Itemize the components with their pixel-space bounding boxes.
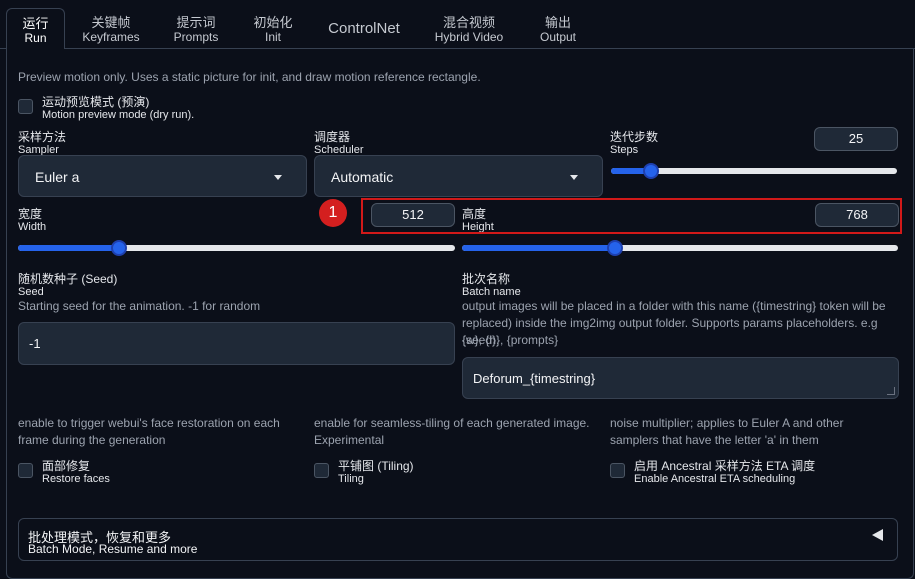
tab-prompts-label: 提示词	[176, 15, 216, 30]
tiling-checkbox[interactable]	[314, 463, 329, 478]
sampler-dropdown[interactable]: Euler a	[18, 155, 307, 197]
restore-faces-info-line2: frame during the generation	[18, 433, 166, 447]
slider-thumb[interactable]	[643, 163, 660, 179]
tab-init-label: 初始化	[253, 15, 293, 30]
ancestral-info-line2: samplers that have the letter 'a' in the…	[610, 433, 819, 447]
chevron-down-icon	[570, 175, 578, 180]
tab-keyframes-sublabel: Keyframes	[82, 30, 140, 44]
scheduler-dropdown[interactable]: Automatic	[314, 155, 603, 197]
seed-label-cn: 随机数种子 (Seed)	[18, 272, 118, 286]
steps-slider[interactable]	[611, 163, 897, 179]
tab-prompts-sublabel: Prompts	[173, 30, 219, 44]
tab-output-sublabel: Output	[539, 30, 577, 44]
chevron-down-icon	[274, 175, 282, 180]
restore-faces-label: 面部修复 Restore faces	[42, 460, 110, 485]
slider-thumb[interactable]	[606, 240, 623, 256]
tab-controlnet[interactable]: ControlNet	[318, 8, 410, 49]
ancestral-eta-label-cn: 启用 Ancestral 采样方法 ETA 调度	[634, 459, 816, 473]
tab-init-sublabel: Init	[264, 30, 281, 44]
ancestral-eta-label-en: Enable Ancestral ETA scheduling	[634, 473, 796, 485]
preview-info-text: Preview motion only. Uses a static pictu…	[18, 70, 481, 84]
width-label-en: Width	[18, 221, 47, 233]
tab-controlnet-label: ControlNet	[328, 20, 400, 37]
tab-run[interactable]: 运行 Run	[6, 8, 65, 49]
annotation-highlight-box	[361, 198, 902, 234]
tab-run-label: 运行	[22, 16, 49, 31]
scheduler-label: 调度器 Scheduler	[314, 131, 364, 156]
scheduler-label-cn: 调度器	[314, 130, 351, 144]
batch-mode-accordion[interactable]: 批处理模式，恢复和更多 Batch Mode, Resume and more	[18, 518, 898, 561]
seed-value: -1	[29, 336, 41, 351]
tiling-info-line1: enable for seamless-tiling of each gener…	[314, 416, 590, 430]
resize-handle-icon[interactable]	[887, 387, 895, 395]
height-slider[interactable]	[462, 240, 898, 256]
tab-output-label: 输出	[544, 15, 571, 30]
collapse-arrow-icon[interactable]	[872, 529, 883, 541]
width-label: 宽度 Width	[18, 208, 46, 233]
sampler-label-cn: 采样方法	[18, 130, 67, 144]
tiling-label-cn: 平铺图 (Tiling)	[338, 459, 414, 473]
sampler-value: Euler a	[35, 169, 80, 185]
restore-faces-info-line1: enable to trigger webui's face restorati…	[18, 416, 280, 430]
slider-fill	[18, 245, 119, 251]
width-slider[interactable]	[18, 240, 455, 256]
ancestral-eta-checkbox[interactable]	[610, 463, 625, 478]
batch-name-value: Deforum_{timestring}	[473, 371, 596, 386]
seed-label: 随机数种子 (Seed) Seed	[18, 273, 117, 298]
tab-prompts[interactable]: 提示词 Prompts	[160, 8, 232, 49]
batch-name-info-line3: {w}, {h}, {prompts}	[462, 333, 559, 347]
tab-hybrid-video-sublabel: Hybrid Video	[434, 30, 504, 44]
ancestral-info-line1: noise multiplier; applies to Euler A and…	[610, 416, 844, 430]
tab-keyframes[interactable]: 关键帧 Keyframes	[74, 8, 148, 49]
tab-bar: 运行 Run 关键帧 Keyframes 提示词 Prompts 初始化 Ini…	[0, 0, 915, 49]
motion-preview-checkbox[interactable]	[18, 99, 33, 114]
tab-hybrid-video[interactable]: 混合视频 Hybrid Video	[428, 8, 510, 49]
batch-name-info-line1: output images will be placed in a folder…	[462, 299, 886, 313]
tiling-label: 平铺图 (Tiling) Tiling	[338, 460, 414, 485]
tab-hybrid-video-label: 混合视频	[442, 15, 495, 30]
tab-output[interactable]: 输出 Output	[530, 8, 586, 49]
slider-fill	[462, 245, 615, 251]
batch-name-label-cn: 批次名称	[462, 272, 511, 286]
seed-label-en: Seed	[18, 286, 44, 298]
slider-thumb[interactable]	[110, 240, 127, 256]
steps-number-input[interactable]: 25	[814, 127, 898, 151]
restore-faces-checkbox[interactable]	[18, 463, 33, 478]
batch-mode-title-en: Batch Mode, Resume and more	[28, 542, 198, 556]
motion-preview-label: 运动预览模式 (预演) Motion preview mode (dry run…	[42, 96, 194, 121]
batch-name-label: 批次名称 Batch name	[462, 273, 521, 298]
tiling-label-en: Tiling	[338, 473, 364, 485]
scheduler-value: Automatic	[331, 169, 394, 185]
width-label-cn: 宽度	[18, 207, 43, 221]
batch-name-label-en: Batch name	[462, 286, 521, 298]
batch-name-input[interactable]: Deforum_{timestring}	[462, 357, 899, 399]
motion-preview-label-cn: 运动预览模式 (预演)	[42, 95, 150, 109]
tab-init[interactable]: 初始化 Init	[243, 8, 303, 49]
steps-label-en: Steps	[610, 144, 639, 156]
restore-faces-label-en: Restore faces	[42, 473, 110, 485]
tab-keyframes-label: 关键帧	[91, 15, 131, 30]
tab-run-sublabel: Run	[24, 31, 47, 45]
restore-faces-label-cn: 面部修复	[42, 459, 91, 473]
motion-preview-label-en: Motion preview mode (dry run).	[42, 109, 195, 121]
steps-label: 迭代步数 Steps	[610, 131, 658, 156]
annotation-badge: 1	[319, 199, 347, 227]
steps-label-cn: 迭代步数	[610, 130, 659, 144]
sampler-label: 采样方法 Sampler	[18, 131, 66, 156]
tiling-info-line2: Experimental	[314, 433, 385, 447]
ancestral-eta-label: 启用 Ancestral 采样方法 ETA 调度 Enable Ancestra…	[634, 460, 815, 485]
seed-info-text: Starting seed for the animation. -1 for …	[18, 299, 261, 313]
seed-input[interactable]: -1	[18, 322, 455, 365]
